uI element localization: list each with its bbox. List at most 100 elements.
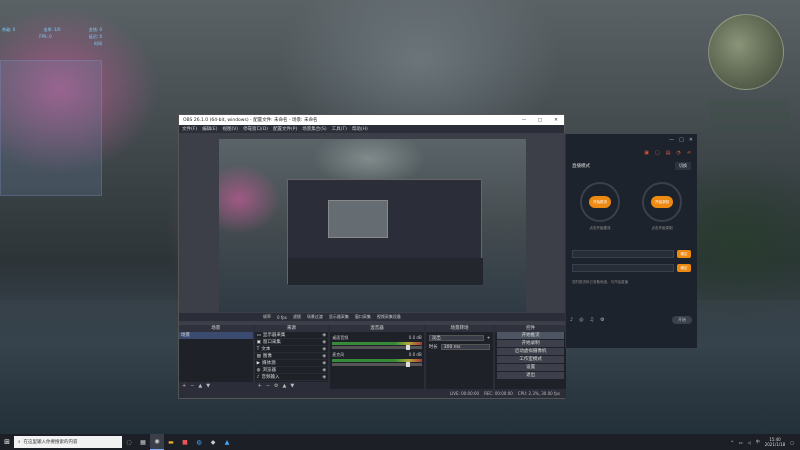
close-button[interactable]: ✕ bbox=[689, 137, 693, 143]
menu-view[interactable]: 视图(V) bbox=[222, 126, 238, 132]
network-icon[interactable]: ▭ bbox=[739, 440, 743, 445]
remove-scene-icon[interactable]: − bbox=[190, 383, 194, 389]
duration-input[interactable]: 300 ms bbox=[440, 344, 491, 350]
exit-button[interactable]: 退出 bbox=[497, 372, 564, 379]
notification-icon[interactable]: ▢ bbox=[790, 440, 794, 445]
list-item[interactable]: ▨ 图像 ◉ bbox=[254, 353, 329, 360]
window-icon: ▣ bbox=[256, 339, 261, 345]
window-controls: — □ ✕ bbox=[516, 118, 564, 123]
taskbar-search[interactable]: ⌕ 在这里输入你要搜索的内容 bbox=[14, 436, 122, 448]
add-scene-icon[interactable]: + bbox=[182, 383, 186, 389]
settings-icon[interactable]: ⚙ bbox=[600, 317, 604, 323]
chevron-up-icon[interactable]: ^ bbox=[730, 440, 733, 445]
start-recording-button[interactable]: 开始录制 bbox=[497, 340, 564, 347]
obs-title-text: OBS 26.1.0 (64-bit, windows) - 配置文件: 未命名… bbox=[183, 118, 318, 123]
task-view-icon[interactable]: ◌ bbox=[122, 434, 136, 450]
source-down-icon[interactable]: ▼ bbox=[290, 383, 294, 389]
stream-circle[interactable]: 开始推流 bbox=[580, 182, 620, 222]
list-item[interactable]: T 文本 ◉ bbox=[254, 346, 329, 353]
eye-icon[interactable]: ◉ bbox=[322, 368, 326, 373]
preview-canvas[interactable] bbox=[219, 139, 526, 312]
gear-icon[interactable]: ⚙ bbox=[274, 383, 278, 389]
menu-file[interactable]: 文件(F) bbox=[182, 126, 197, 132]
gift-icon[interactable]: ▣ bbox=[644, 150, 649, 156]
game-hud: 杀敌: 0 击杀: 1/0 金钱: 0 FPS: 0 延迟: 0 时间 bbox=[0, 24, 102, 48]
menu-help[interactable]: 帮助(H) bbox=[352, 126, 368, 132]
apps-icon[interactable]: ▦ bbox=[136, 434, 150, 450]
scene-list-item[interactable]: 场景 bbox=[179, 332, 253, 339]
obs-titlebar[interactable]: OBS 26.1.0 (64-bit, windows) - 配置文件: 未命名… bbox=[179, 115, 564, 125]
mic-icon[interactable]: ♪ bbox=[570, 317, 573, 323]
start-button[interactable]: 开始 bbox=[672, 316, 692, 324]
start-virtual-camera-button[interactable]: 启动虚拟摄像机 bbox=[497, 348, 564, 355]
maximize-button[interactable]: □ bbox=[679, 137, 684, 143]
list-item[interactable]: ♪ 音频输入 ◉ bbox=[254, 374, 329, 381]
menu-edit[interactable]: 编辑(E) bbox=[202, 126, 217, 132]
monitor-icon: ▭ bbox=[256, 332, 261, 338]
remove-source-icon[interactable]: − bbox=[266, 383, 270, 389]
volume-slider[interactable] bbox=[332, 362, 422, 367]
minimize-button[interactable]: — bbox=[669, 137, 674, 143]
camera-icon[interactable]: ◎ bbox=[579, 317, 583, 323]
scenes-dock: 场景 场景 + − ▲ ▼ bbox=[179, 325, 253, 389]
eye-icon[interactable]: ◉ bbox=[322, 340, 326, 345]
switch-mode-button[interactable]: 切换 bbox=[675, 162, 691, 170]
taskbar: ⊞ ⌕ 在这里输入你要搜索的内容 ◌ ▦ ◉ ▬ ■ ◍ ◆ ▲ ^ ▭ ◁ 中… bbox=[0, 434, 800, 450]
scene-up-icon[interactable]: ▲ bbox=[198, 383, 202, 389]
settings-button[interactable]: 设置 bbox=[497, 364, 564, 371]
studio-mode-button[interactable]: 工作室模式 bbox=[497, 356, 564, 363]
system-tray: ^ ▭ ◁ 中 15:40 2021/1/18 ▢ bbox=[730, 437, 800, 447]
image-icon: ▨ bbox=[256, 353, 261, 359]
maximize-button[interactable]: □ bbox=[532, 118, 548, 123]
stream-key-field[interactable] bbox=[572, 264, 674, 272]
app-icon-red[interactable]: ■ bbox=[178, 434, 192, 450]
menu-scene-collection[interactable]: 场景集合(S) bbox=[302, 126, 326, 132]
volume-icon[interactable]: ◁ bbox=[748, 440, 751, 445]
ime-icon[interactable]: 中 bbox=[756, 439, 760, 445]
eye-icon[interactable]: ◉ bbox=[322, 347, 326, 352]
list-item[interactable]: ▣ 窗口采集 ◉ bbox=[254, 339, 329, 346]
record-circle[interactable]: 开始录制 bbox=[642, 182, 682, 222]
add-source-icon[interactable]: + bbox=[258, 383, 262, 389]
close-button[interactable]: ✕ bbox=[548, 118, 564, 123]
volume-slider[interactable] bbox=[332, 345, 422, 350]
obs-menubar: 文件(F) 编辑(E) 视图(V) 停靠窗口(D) 配置文件(P) 场景集合(S… bbox=[179, 125, 564, 133]
go-button[interactable]: 确定 bbox=[677, 250, 691, 258]
eye-icon[interactable]: ◉ bbox=[322, 375, 326, 380]
game-icon[interactable]: ◆ bbox=[206, 434, 220, 450]
streaming-assistant-window[interactable]: — □ ✕ ▣ ▢ ▤ ◔ ⋖ 直播模式 切换 开始推流 点击开始推流 开始录制… bbox=[565, 134, 697, 348]
browser-icon[interactable]: ◍ bbox=[192, 434, 206, 450]
speaker-icon[interactable]: ♫ bbox=[590, 317, 594, 323]
action-circles: 开始推流 点击开始推流 开始录制 点击开始录制 bbox=[566, 172, 697, 244]
minimize-button[interactable]: — bbox=[516, 118, 532, 123]
list-item[interactable]: ▭ 显示器采集 ◉ bbox=[254, 332, 329, 339]
eye-icon[interactable]: ◉ bbox=[322, 354, 326, 359]
menu-profile[interactable]: 配置文件(P) bbox=[273, 126, 297, 132]
scene-down-icon[interactable]: ▼ bbox=[206, 383, 210, 389]
list-item[interactable]: ◍ 浏览器 ◉ bbox=[254, 367, 329, 374]
controls-dock: 控件 开始推流 开始录制 启动虚拟摄像机 工作室模式 设置 退出 bbox=[495, 325, 566, 389]
bag-icon[interactable]: ▤ bbox=[666, 150, 671, 156]
stream-url-field[interactable] bbox=[572, 250, 674, 258]
preview-area[interactable]: 帧率 0 fps 滤镜 场景过渡 显示器采集 窗口采集 视频采集设备 bbox=[179, 133, 566, 325]
taskbar-clock[interactable]: 15:40 2021/1/18 bbox=[765, 437, 786, 447]
eye-icon[interactable]: ◉ bbox=[322, 333, 326, 338]
assistant-taskbar-icon[interactable]: ▲ bbox=[220, 434, 234, 450]
folder-icon[interactable]: ▬ bbox=[164, 434, 178, 450]
source-up-icon[interactable]: ▲ bbox=[283, 383, 287, 389]
obs-docks: 场景 场景 + − ▲ ▼ 来源 ▭ 显示器采集 ◉ ▣ 窗口采集 ◉ T 文本 ◉ ▨ 图像… bbox=[179, 325, 566, 389]
obs-window[interactable]: OBS 26.1.0 (64-bit, windows) - 配置文件: 未命名… bbox=[178, 114, 566, 399]
windows-start-icon[interactable]: ⊞ bbox=[0, 434, 14, 450]
menu-tools[interactable]: 工具(T) bbox=[332, 126, 347, 132]
start-streaming-button[interactable]: 开始推流 bbox=[497, 332, 564, 339]
obs-taskbar-icon[interactable]: ◉ bbox=[150, 434, 164, 450]
menu-docks[interactable]: 停靠窗口(D) bbox=[243, 126, 268, 132]
user-icon[interactable]: ◔ bbox=[676, 150, 680, 156]
eye-icon[interactable]: ◉ bbox=[322, 361, 326, 366]
confirm-button[interactable]: 确定 bbox=[677, 264, 691, 272]
list-item[interactable]: ▶ 媒体源 ◉ bbox=[254, 360, 329, 367]
lock-icon[interactable]: ▢ bbox=[655, 150, 660, 156]
transition-select[interactable]: 淡出 bbox=[428, 335, 484, 341]
add-transition-icon[interactable]: + bbox=[487, 336, 491, 341]
share-icon[interactable]: ⋖ bbox=[687, 150, 691, 156]
